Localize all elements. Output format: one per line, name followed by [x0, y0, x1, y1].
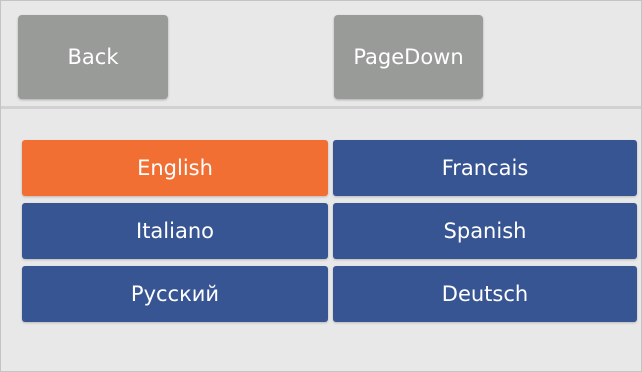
language-grid: English Francais Italiano Spanish Русски…	[22, 140, 637, 322]
language-button-russian[interactable]: Русский	[22, 266, 328, 322]
back-button[interactable]: Back	[18, 15, 168, 99]
language-button-italiano[interactable]: Italiano	[22, 203, 328, 259]
language-button-spanish[interactable]: Spanish	[333, 203, 637, 259]
language-button-english[interactable]: English	[22, 140, 328, 196]
toolbar: Back PageDown	[1, 1, 641, 106]
language-selection-screen: Back PageDown English Francais Italiano …	[0, 0, 642, 372]
toolbar-divider	[1, 106, 641, 109]
language-button-francais[interactable]: Francais	[333, 140, 637, 196]
pagedown-button[interactable]: PageDown	[334, 15, 483, 99]
language-button-deutsch[interactable]: Deutsch	[333, 266, 637, 322]
